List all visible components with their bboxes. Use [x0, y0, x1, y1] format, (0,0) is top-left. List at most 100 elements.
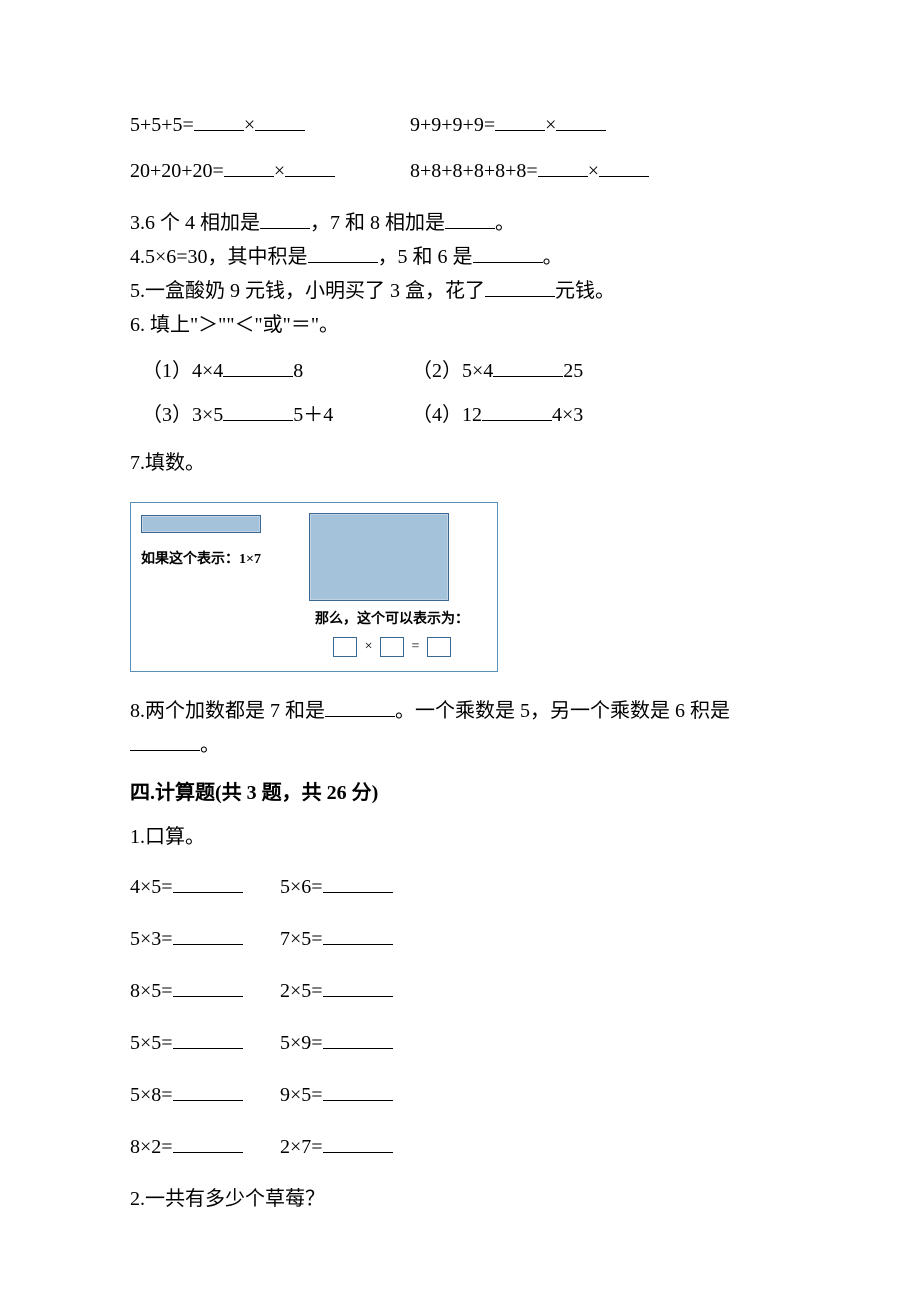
box-input[interactable] — [380, 637, 404, 657]
blank[interactable] — [173, 872, 243, 893]
blank[interactable] — [260, 208, 310, 229]
q6-c: （2）5×4 — [412, 360, 493, 382]
box-input[interactable] — [333, 637, 357, 657]
q8-prefix: 8.两个加数都是 7 和是 — [130, 700, 325, 722]
calc-b: 5×6= — [280, 876, 323, 898]
box-input[interactable] — [427, 637, 451, 657]
q2-right-2: 8+8+8+8+8+8= × — [410, 156, 790, 186]
blank[interactable] — [308, 242, 378, 263]
calc-b: 2×5= — [280, 980, 323, 1002]
q6-b: 5＋4 — [293, 404, 333, 426]
q4-mid: ，5 和 6 是 — [378, 246, 473, 268]
q3-prefix: 3.6 个 4 相加是 — [130, 212, 260, 234]
blank[interactable] — [285, 156, 335, 177]
blank[interactable] — [173, 1028, 243, 1049]
blank[interactable] — [130, 730, 200, 751]
blank[interactable] — [173, 1080, 243, 1101]
q6-row-2: （3）3×5 5＋4 （4）12 4×3 — [130, 400, 790, 430]
worksheet-page: 5+5+5=× 9+9+9+9=× 20+20+20=× 8+8+8+8+8+8… — [0, 0, 920, 1302]
calc-row: 5×5= 5×9= — [130, 1028, 790, 1058]
calc-b: 2×7= — [280, 1136, 323, 1158]
calc-a: 4×5= — [130, 876, 173, 898]
blank[interactable] — [323, 1028, 393, 1049]
blank[interactable] — [173, 924, 243, 945]
q3-mid: ，7 和 8 相加是 — [310, 212, 445, 234]
calc-row: 8×2= 2×7= — [130, 1132, 790, 1162]
blank[interactable] — [323, 1132, 393, 1153]
q6-d: 25 — [563, 360, 583, 382]
blank[interactable] — [323, 872, 393, 893]
blank[interactable] — [223, 400, 293, 421]
blank[interactable] — [445, 208, 495, 229]
calc-a: 8×2= — [130, 1136, 173, 1158]
q7-eq: × = — [309, 636, 475, 657]
q6-item-2: （2）5×4 25 — [412, 356, 790, 386]
q2-row-2: 20+20+20=× 8+8+8+8+8+8= × — [130, 156, 790, 186]
q2-right-1: 9+9+9+9=× — [410, 110, 790, 140]
q4-prefix: 4.5×6=30，其中积是 — [130, 246, 308, 268]
q5-suffix: 元钱。 — [555, 280, 615, 302]
blank[interactable] — [599, 156, 649, 177]
calc-row: 8×5= 2×5= — [130, 976, 790, 1006]
calc-a: 8×5= — [130, 980, 173, 1002]
blank[interactable] — [323, 1080, 393, 1101]
q4-suffix: 。 — [543, 246, 563, 268]
q8-mid: 。一个乘数是 5，另一个乘数是 6 积是 — [395, 700, 730, 722]
q5-prefix: 5.一盒酸奶 9 元钱，小明买了 3 盒，花了 — [130, 280, 485, 302]
big-rect-icon — [309, 513, 449, 601]
q3-suffix: 。 — [495, 212, 515, 234]
q2-row-1: 5+5+5=× 9+9+9+9=× — [130, 110, 790, 140]
q2-right-expr: 8+8+8+8+8+8= — [410, 160, 538, 182]
q3: 3.6 个 4 相加是 ，7 和 8 相加是 。 — [130, 208, 790, 238]
blank[interactable] — [538, 156, 588, 177]
blank[interactable] — [485, 276, 555, 297]
q7-fig-right: 那么，这个可以表示为： × = — [305, 513, 475, 657]
blank[interactable] — [194, 110, 244, 131]
blank[interactable] — [173, 976, 243, 997]
calc-a: 5×8= — [130, 1084, 173, 1106]
calc-b: 7×5= — [280, 928, 323, 950]
q6-item-3: （3）3×5 5＋4 — [142, 400, 412, 430]
q4: 4.5×6=30，其中积是 ，5 和 6 是 。 — [130, 242, 790, 272]
q6-b: 8 — [293, 360, 303, 382]
blank[interactable] — [223, 356, 293, 377]
equals-sign: = — [412, 639, 420, 654]
q6-d: 4×3 — [552, 404, 583, 426]
q8-line2: 。 — [130, 730, 790, 760]
blank[interactable] — [224, 156, 274, 177]
blank[interactable] — [323, 976, 393, 997]
blank[interactable] — [482, 400, 552, 421]
q6-row-1: （1）4×4 8 （2）5×4 25 — [130, 356, 790, 386]
blank[interactable] — [325, 696, 395, 717]
mult-sign: × — [274, 160, 285, 182]
q6-a: （1）4×4 — [142, 360, 223, 382]
q2-right-expr: 9+9+9+9= — [410, 114, 495, 136]
blank[interactable] — [173, 1132, 243, 1153]
q6-a: （3）3×5 — [142, 404, 223, 426]
s4-q2-title: 2.一共有多少个草莓？ — [130, 1184, 790, 1214]
blank[interactable] — [473, 242, 543, 263]
q7-fig-left-text: 如果这个表示：1×7 — [141, 549, 305, 570]
q6-item-4: （4）12 4×3 — [412, 400, 790, 430]
calc-row: 5×3= 7×5= — [130, 924, 790, 954]
q6-title: 6. 填上"＞""＜"或"＝"。 — [130, 310, 790, 340]
mult-sign: × — [588, 160, 599, 182]
q8: 8.两个加数都是 7 和是 。一个乘数是 5，另一个乘数是 6 积是 — [130, 696, 790, 726]
blank[interactable] — [495, 110, 545, 131]
calc-row: 4×5= 5×6= — [130, 872, 790, 902]
section4-heading: 四.计算题(共 3 题，共 26 分) — [130, 778, 790, 808]
small-rect-icon — [141, 515, 261, 533]
q7-fig-left: 如果这个表示：1×7 — [141, 513, 305, 657]
blank[interactable] — [255, 110, 305, 131]
blank[interactable] — [556, 110, 606, 131]
q2-left-1: 5+5+5=× — [130, 110, 410, 140]
q2-left-2: 20+20+20=× — [130, 156, 410, 186]
calc-row: 5×8= 9×5= — [130, 1080, 790, 1110]
calc-a: 5×5= — [130, 1032, 173, 1054]
blank[interactable] — [493, 356, 563, 377]
calc-b: 9×5= — [280, 1084, 323, 1106]
q2-left-expr: 5+5+5= — [130, 114, 194, 136]
q5: 5.一盒酸奶 9 元钱，小明买了 3 盒，花了 元钱。 — [130, 276, 790, 306]
q6-c: （4）12 — [412, 404, 482, 426]
blank[interactable] — [323, 924, 393, 945]
